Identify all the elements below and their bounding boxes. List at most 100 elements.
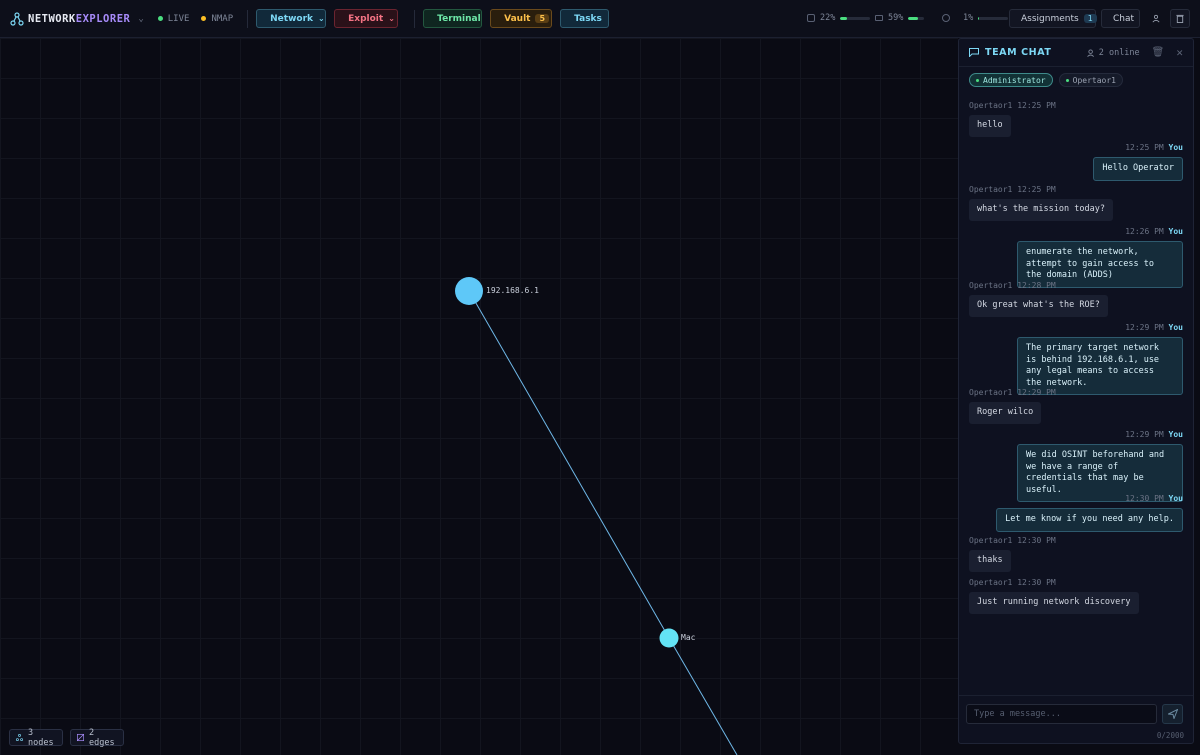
disk-icon (942, 14, 950, 22)
message-time: 12:30 PM (1017, 578, 1056, 587)
tasks-label: Tasks (574, 13, 602, 24)
users-icon (1086, 48, 1094, 57)
message-author: Opertaor1 (969, 388, 1013, 397)
close-icon[interactable]: ✕ (1176, 46, 1183, 59)
chat-message: Opertaor1 12:25 PM hello (969, 101, 1200, 137)
brand-menu[interactable]: NETWORK EXPLORER ⌄ (10, 11, 144, 26)
network-logo-icon (10, 11, 24, 26)
chat-message: Opertaor1 12:28 PM Ok great what's the R… (969, 281, 1200, 317)
online-count-label: 2 online (1098, 47, 1140, 58)
node-label: 192.168.6.1 (486, 286, 539, 295)
message-author: Opertaor1 (969, 536, 1013, 545)
message-time: 12:30 PM (1017, 536, 1056, 545)
nodes-icon (16, 733, 24, 742)
terminal-button[interactable]: Terminal (423, 9, 483, 28)
tasks-button[interactable]: Tasks (560, 9, 610, 28)
message-meta: Opertaor1 12:30 PM (969, 578, 1200, 587)
trash-icon (1176, 14, 1184, 23)
message-author: Opertaor1 (969, 281, 1013, 290)
chat-message: Opertaor1 12:30 PM Just running network … (969, 578, 1200, 614)
send-icon (1167, 709, 1178, 719)
chat-message: 12:25 PM You Hello Operator (947, 143, 1183, 181)
message-author: Opertaor1 (969, 185, 1013, 194)
cpu-icon (807, 14, 815, 22)
message-bubble: Ok great what's the ROE? (969, 295, 1108, 317)
memory-icon (875, 15, 883, 21)
message-author: You (1168, 323, 1183, 332)
graph-edge (468, 290, 670, 639)
edge-count: 2 edges (89, 727, 115, 748)
divider (247, 9, 249, 28)
user-pill-opertaor1[interactable]: Opertaor1 (1058, 73, 1123, 87)
message-time: 12:29 PM (1125, 430, 1164, 439)
message-author: You (1168, 494, 1183, 503)
message-author: Opertaor1 (969, 101, 1013, 110)
message-time: 12:25 PM (1017, 185, 1056, 194)
exploit-menu-button[interactable]: Exploit ⌄ (334, 9, 399, 28)
network-graph-canvas[interactable]: 192.168.6.1 Mac 3 nodes 2 edges (0, 38, 958, 755)
memory-value: 59% (888, 13, 904, 23)
disk-metric: 1% (942, 13, 1009, 23)
memory-bar (908, 16, 925, 20)
online-dot-icon (1065, 78, 1069, 82)
cpu-metric: 22% (807, 13, 871, 23)
chat-message: 12:26 PM You enumerate the network, atte… (947, 227, 1183, 288)
message-time: 12:25 PM (1125, 143, 1164, 152)
user-button[interactable] (1146, 9, 1166, 28)
network-menu-button[interactable]: Network ⌄ (256, 9, 327, 28)
disk-bar (978, 16, 1009, 20)
memory-bar-fill (908, 16, 918, 20)
send-button[interactable] (1162, 704, 1183, 724)
chat-message: Opertaor1 12:25 PM what's the mission to… (969, 185, 1200, 221)
chat-button[interactable]: Chat (1101, 9, 1140, 28)
message-bubble: The primary target network is behind 192… (1017, 337, 1183, 395)
trash-icon[interactable]: 🗑 (1152, 47, 1165, 58)
disk-value: 1% (963, 13, 974, 23)
divider (414, 9, 416, 28)
brand-name-part1: NETWORK (28, 12, 76, 25)
cpu-bar-fill (840, 16, 847, 20)
assignments-label: Assignments (1021, 13, 1079, 24)
message-time: 12:26 PM (1125, 227, 1164, 236)
graph-node-mac[interactable] (659, 628, 679, 648)
message-author: You (1168, 430, 1183, 439)
message-time: 12:29 PM (1125, 323, 1164, 332)
brand-name-part2: EXPLORER (75, 12, 131, 25)
message-input[interactable] (966, 704, 1157, 724)
vault-button[interactable]: Vault 5 (490, 9, 553, 28)
node-count: 3 nodes (28, 727, 54, 748)
chevron-down-icon: ⌄ (388, 14, 395, 23)
message-bubble: Hello Operator (1093, 157, 1183, 181)
message-bubble: what's the mission today? (969, 199, 1113, 221)
delete-button[interactable] (1170, 9, 1190, 28)
chat-label: Chat (1113, 13, 1135, 24)
message-time: 12:25 PM (1017, 101, 1056, 110)
cpu-value: 22% (820, 13, 836, 23)
message-meta: Opertaor1 12:29 PM (969, 388, 1200, 397)
network-graph (455, 277, 738, 755)
graph-node-router[interactable] (455, 277, 483, 305)
node-count-chip: 3 nodes (9, 727, 63, 748)
network-menu-label: Network (270, 13, 314, 24)
exploit-menu-label: Exploit (348, 13, 384, 24)
message-meta: Opertaor1 12:28 PM (969, 281, 1200, 290)
online-dot-icon (976, 78, 979, 82)
chevron-down-icon: ⌄ (318, 14, 325, 23)
live-dot-icon (157, 16, 163, 21)
user-pill-label: Opertaor1 (1072, 75, 1116, 85)
message-meta: Opertaor1 12:25 PM (969, 185, 1200, 194)
team-chat-panel: TEAM CHAT 2 online 🗑 ✕ Administrator Ope… (958, 38, 1194, 744)
user-pill-administrator[interactable]: Administrator (969, 73, 1053, 87)
message-bubble: thaks (969, 550, 1011, 572)
nmap-dot-icon (201, 16, 207, 21)
status-nmap-label: NMAP (211, 13, 234, 24)
message-meta: 12:26 PM You (947, 227, 1183, 236)
message-author: Opertaor1 (969, 578, 1013, 587)
message-meta: 12:29 PM You (947, 430, 1183, 439)
user-icon (1152, 14, 1160, 23)
online-count: 2 online (1086, 47, 1140, 58)
message-author: You (1168, 227, 1183, 236)
assignments-count-badge: 1 (1083, 14, 1097, 23)
status-nmap: NMAP (201, 14, 233, 24)
assignments-button[interactable]: Assignments 1 (1009, 9, 1097, 28)
